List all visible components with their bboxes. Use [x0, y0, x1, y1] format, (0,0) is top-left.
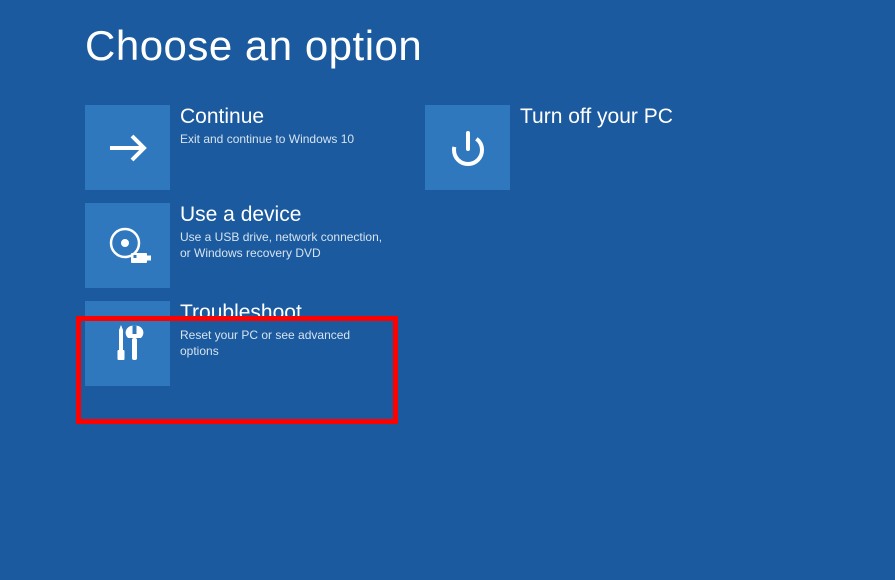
continue-option[interactable]: Continue Exit and continue to Windows 10 — [85, 105, 395, 190]
troubleshoot-title: Troubleshoot — [180, 301, 390, 325]
troubleshoot-text: Troubleshoot Reset your PC or see advanc… — [170, 301, 390, 359]
tools-icon — [85, 301, 170, 386]
page-title: Choose an option — [85, 22, 422, 70]
turn-off-title: Turn off your PC — [520, 105, 673, 129]
turn-off-text: Turn off your PC — [510, 105, 673, 132]
arrow-right-icon — [85, 105, 170, 190]
continue-title: Continue — [180, 105, 354, 129]
use-device-desc: Use a USB drive, network connection, or … — [180, 230, 390, 261]
turn-off-option[interactable]: Turn off your PC — [425, 105, 735, 190]
power-icon — [425, 105, 510, 190]
options-column-left: Continue Exit and continue to Windows 10… — [85, 105, 395, 386]
use-device-title: Use a device — [180, 203, 390, 227]
continue-desc: Exit and continue to Windows 10 — [180, 132, 354, 148]
options-column-right: Turn off your PC — [425, 105, 735, 386]
options-container: Continue Exit and continue to Windows 10… — [85, 105, 735, 386]
use-device-option[interactable]: Use a device Use a USB drive, network co… — [85, 203, 395, 288]
continue-text: Continue Exit and continue to Windows 10 — [170, 105, 354, 148]
disc-usb-icon — [85, 203, 170, 288]
use-device-text: Use a device Use a USB drive, network co… — [170, 203, 390, 261]
troubleshoot-option[interactable]: Troubleshoot Reset your PC or see advanc… — [85, 301, 395, 386]
troubleshoot-desc: Reset your PC or see advanced options — [180, 328, 390, 359]
